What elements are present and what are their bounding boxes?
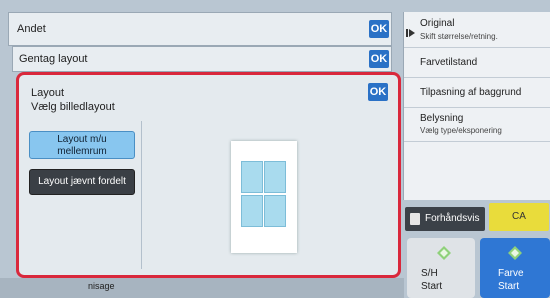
layout-panel: Layout Vælg billedlayout OK Layout m/u m… xyxy=(16,72,401,278)
panel-andet: Andet OK xyxy=(8,12,392,46)
andet-label: Andet xyxy=(17,23,46,35)
bottom-label: nisage xyxy=(88,281,115,291)
menu-title-original: Original xyxy=(420,18,455,29)
andet-ok-button[interactable]: OK xyxy=(369,20,389,38)
preview-label: Forhåndsvis xyxy=(425,213,480,224)
layout-preview-paper xyxy=(231,141,297,253)
option-label-line2: mellemrum xyxy=(57,146,107,157)
start-diamond-icon xyxy=(437,246,451,260)
start-color-button[interactable]: Farve Start xyxy=(480,238,550,298)
menu-title-belysning: Belysning xyxy=(420,113,464,124)
layout-preview-cell xyxy=(241,195,263,227)
gentag-layout-label: Gentag layout xyxy=(19,53,88,65)
bottom-strip xyxy=(0,278,404,298)
preview-icon xyxy=(410,213,420,225)
start-color-line2: Start xyxy=(498,281,520,292)
start-diamond-icon xyxy=(508,246,522,260)
menu-sub-original: Skift størrelse/retning. xyxy=(420,32,498,41)
layout-preview-cell xyxy=(264,161,286,193)
arrow-right-icon xyxy=(406,29,415,37)
menu-sub-belysning: Vælg type/eksponering xyxy=(420,126,502,135)
right-menu: Original Skift størrelse/retning. Farvet… xyxy=(403,12,550,200)
menu-title-tilpasning: Tilpasning af baggrund xyxy=(420,87,522,98)
start-bw-line1: S/H xyxy=(421,268,438,279)
menu-item-original[interactable]: Original Skift størrelse/retning. xyxy=(404,12,550,48)
layout-option-with-gap[interactable]: Layout m/u mellemrum xyxy=(29,131,135,159)
start-bw-button[interactable]: S/H Start xyxy=(407,238,475,298)
screen: Andet OK Gentag layout OK Layout Vælg bi… xyxy=(0,0,550,298)
layout-title: Layout xyxy=(31,87,65,99)
layout-preview-cell xyxy=(241,161,263,193)
panel-gentag-layout: Gentag layout OK xyxy=(12,46,392,72)
menu-item-farvetilstand[interactable]: Farvetilstand xyxy=(404,48,550,78)
layout-preview-cell xyxy=(264,195,286,227)
menu-title-farvetilstand: Farvetilstand xyxy=(420,57,478,68)
start-color-line1: Farve xyxy=(498,268,524,279)
ca-button[interactable]: CA xyxy=(489,203,549,231)
option-label-line1: Layout m/u xyxy=(57,134,107,145)
layout-subtitle: Vælg billedlayout xyxy=(31,101,115,113)
layout-option-even[interactable]: Layout jævnt fordelt xyxy=(29,169,135,195)
start-bw-line2: Start xyxy=(421,281,443,292)
preview-button[interactable]: Forhåndsvis xyxy=(405,207,485,231)
menu-item-tilpasning[interactable]: Tilpasning af baggrund xyxy=(404,78,550,108)
layout-ok-button[interactable]: OK xyxy=(368,83,388,101)
gentag-ok-button[interactable]: OK xyxy=(369,50,389,68)
menu-item-belysning[interactable]: Belysning Vælg type/eksponering xyxy=(404,108,550,142)
